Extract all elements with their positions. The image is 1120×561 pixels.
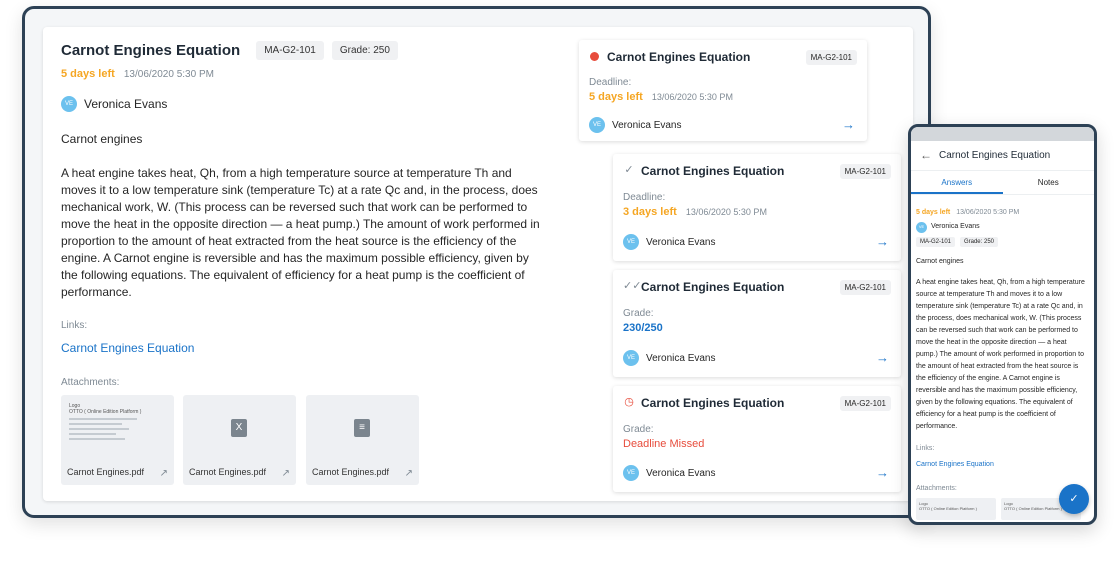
thumbnail-text: Logo OTTO ( Online Edition Platform ) bbox=[69, 403, 142, 415]
external-link-icon[interactable]: ↗ bbox=[282, 468, 290, 479]
phone-code-chip: MA-G2-101 bbox=[916, 237, 956, 247]
arrow-right-icon[interactable]: → bbox=[876, 350, 889, 365]
attachment-name: Carnot Engines.pdf bbox=[189, 467, 267, 477]
phone-user-name: Veronica Evans bbox=[931, 223, 980, 230]
page-title: Carnot Engines Equation bbox=[61, 42, 241, 59]
task-user-name: Veronica Evans bbox=[612, 119, 682, 131]
grade-chip: Grade: 250 bbox=[331, 41, 398, 60]
document-thumbnail: Logo OTTO ( Online Edition Platform ) bbox=[69, 403, 166, 459]
tablet-frame: Carnot Engines Equation MA-G2-101 Grade:… bbox=[22, 6, 931, 518]
user-row[interactable]: VE Veronica Evans bbox=[61, 96, 167, 112]
main-card: Carnot Engines Equation MA-G2-101 Grade:… bbox=[43, 27, 913, 501]
phone-deadline: 5 days left 13/06/2020 5:30 PM bbox=[916, 207, 1089, 219]
avatar: VE bbox=[589, 117, 605, 133]
task-card[interactable]: ✓ Carnot Engines Equation MA-G2-101 Dead… bbox=[613, 154, 901, 261]
body-text: A heat engine takes heat, Qh, from a hig… bbox=[61, 166, 540, 299]
deadline-date: 13/06/2020 5:30 PM bbox=[123, 69, 214, 80]
phone-days-left: 5 days left bbox=[916, 209, 951, 216]
task-code-chip: MA-G2-101 bbox=[839, 164, 891, 179]
task-value: Deadline Missed bbox=[623, 438, 705, 450]
phone-title: Carnot Engines Equation bbox=[939, 150, 1051, 161]
task-user: VE Veronica Evans bbox=[623, 350, 716, 366]
submit-fab-button[interactable]: ✓ bbox=[1059, 484, 1089, 514]
task-code-chip: MA-G2-101 bbox=[805, 50, 857, 65]
avatar: VE bbox=[61, 96, 77, 112]
phone-tabs: Answers Notes bbox=[911, 171, 1094, 195]
task-user-name: Veronica Evans bbox=[646, 352, 716, 364]
subject: Carnot engines bbox=[61, 132, 143, 146]
task-user: VE Veronica Evans bbox=[623, 465, 716, 481]
attachment-name: Carnot Engines.pdf bbox=[312, 467, 390, 477]
attachment-name: Carnot Engines.pdf bbox=[67, 467, 145, 477]
links-label: Links: bbox=[61, 320, 88, 331]
avatar: VE bbox=[623, 234, 639, 250]
task-code-chip: MA-G2-101 bbox=[839, 280, 891, 295]
phone-chips: MA-G2-101 Grade: 250 bbox=[916, 236, 1089, 248]
arrow-right-icon[interactable]: → bbox=[842, 117, 855, 132]
double-check-icon: ✓✓ bbox=[623, 280, 642, 292]
phone-header: ← Carnot Engines Equation bbox=[911, 141, 1094, 171]
task-value: 5 days left 13/06/2020 5:30 PM bbox=[589, 91, 733, 103]
attachment-card[interactable]: ≡ Carnot Engines.pdf ↗ bbox=[306, 395, 419, 485]
equation-link[interactable]: Carnot Engines Equation bbox=[61, 341, 194, 355]
clock-alert-icon: ◷ bbox=[624, 396, 634, 408]
task-label: Deadline: bbox=[589, 77, 632, 88]
task-card[interactable]: ◷ Carnot Engines Equation MA-G2-101 Grad… bbox=[613, 386, 901, 492]
task-code-chip: MA-G2-101 bbox=[839, 396, 891, 411]
excel-file-icon: X bbox=[231, 419, 247, 437]
check-icon: ✓ bbox=[624, 164, 634, 176]
external-link-icon[interactable]: ↗ bbox=[160, 468, 168, 479]
task-label: Grade: bbox=[623, 424, 654, 435]
phone-link[interactable]: Carnot Engines Equation bbox=[916, 459, 1089, 471]
avatar: VE bbox=[623, 350, 639, 366]
external-link-icon[interactable]: ↗ bbox=[405, 468, 413, 479]
deadline-row: 5 days left 13/06/2020 5:30 PM bbox=[61, 68, 214, 80]
tab-answers[interactable]: Answers bbox=[911, 171, 1003, 194]
task-title: Carnot Engines Equation bbox=[641, 396, 785, 410]
avatar: VE bbox=[623, 465, 639, 481]
attachments-label: Attachments: bbox=[61, 377, 120, 388]
phone-att-thumb-text: Logo OTTO ( Online Edition Platform ) bbox=[919, 501, 977, 511]
user-name: Veronica Evans bbox=[84, 97, 168, 111]
task-card[interactable]: ✓✓ Carnot Engines Equation MA-G2-101 Gra… bbox=[613, 270, 901, 377]
days-left: 5 days left bbox=[61, 68, 115, 80]
task-label: Deadline: bbox=[623, 192, 666, 203]
task-user-name: Veronica Evans bbox=[646, 236, 716, 248]
phone-frame: ← Carnot Engines Equation Answers Notes … bbox=[908, 124, 1097, 525]
code-chip: MA-G2-101 bbox=[256, 41, 324, 60]
task-card[interactable]: Carnot Engines Equation MA-G2-101 Deadli… bbox=[579, 40, 867, 141]
status-bar bbox=[911, 127, 1094, 141]
task-value: 3 days left 13/06/2020 5:30 PM bbox=[623, 206, 767, 218]
back-arrow-icon[interactable]: ← bbox=[920, 148, 932, 162]
task-label: Grade: bbox=[623, 308, 654, 319]
task-value-text: 3 days left bbox=[623, 206, 677, 218]
document-file-icon: ≡ bbox=[354, 419, 370, 437]
status-dot-icon bbox=[589, 50, 601, 62]
phone-links-label: Links: bbox=[916, 445, 935, 452]
arrow-right-icon[interactable]: → bbox=[876, 465, 889, 480]
avatar: VE bbox=[916, 221, 927, 233]
phone-user-row: VE Veronica Evans bbox=[916, 221, 1089, 233]
phone-body: A heat engine takes heat, Qh, from a hig… bbox=[916, 279, 1085, 430]
tab-notes[interactable]: Notes bbox=[1003, 171, 1095, 194]
detail-header: Carnot Engines Equation MA-G2-101 Grade:… bbox=[61, 41, 398, 60]
phone-subject: Carnot engines bbox=[916, 258, 964, 265]
task-title: Carnot Engines Equation bbox=[641, 280, 785, 294]
phone-grade-chip: Grade: 250 bbox=[959, 237, 998, 247]
phone-date: 13/06/2020 5:30 PM bbox=[956, 209, 1020, 216]
task-date: 13/06/2020 5:30 PM bbox=[651, 92, 733, 102]
arrow-right-icon[interactable]: → bbox=[876, 234, 889, 249]
task-date: 13/06/2020 5:30 PM bbox=[685, 207, 767, 217]
task-title: Carnot Engines Equation bbox=[641, 164, 785, 178]
attachment-card[interactable]: X Carnot Engines.pdf ↗ bbox=[183, 395, 296, 485]
phone-attachment[interactable]: Logo OTTO ( Online Edition Platform ) bbox=[916, 498, 996, 520]
task-value: 230/250 bbox=[623, 322, 663, 334]
task-value-text: 5 days left bbox=[589, 91, 643, 103]
task-title: Carnot Engines Equation bbox=[607, 50, 751, 64]
phone-content: 5 days left 13/06/2020 5:30 PM VE Veroni… bbox=[916, 207, 1089, 495]
task-user: VE Veronica Evans bbox=[589, 117, 682, 133]
task-user: VE Veronica Evans bbox=[623, 234, 716, 250]
attachment-card[interactable]: Logo OTTO ( Online Edition Platform ) Ca… bbox=[61, 395, 174, 485]
task-user-name: Veronica Evans bbox=[646, 467, 716, 479]
